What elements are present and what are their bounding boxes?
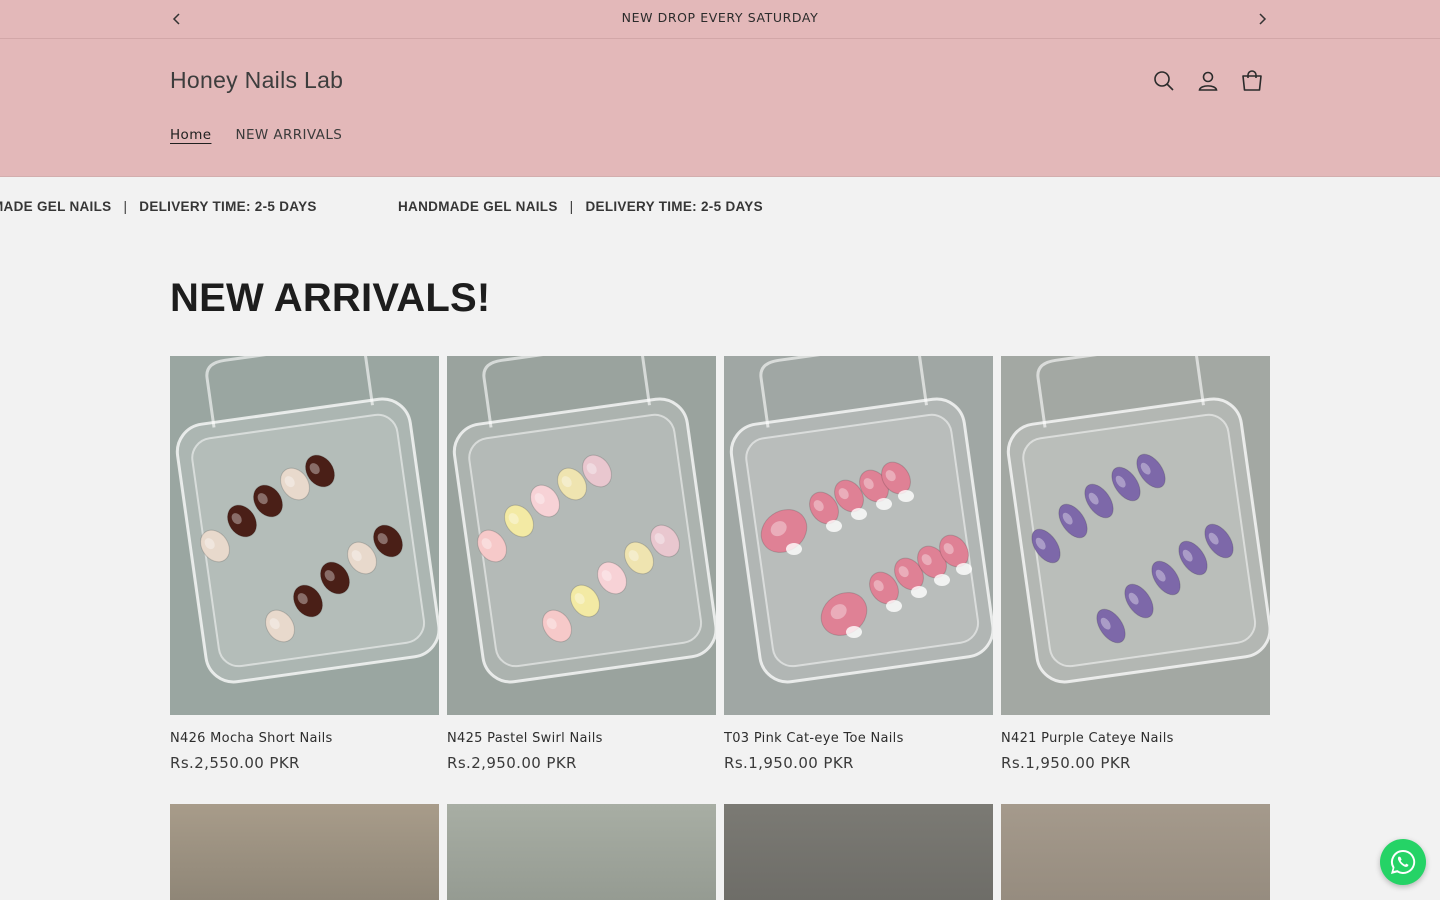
product-price: Rs.2,550.00 PKR [170,754,300,772]
cart-icon [1242,70,1262,91]
marquee-text: MADE GEL NAILS [0,199,112,214]
product-card[interactable]: T03 Pink Cat-eye Toe Nails Rs.1,950.00 P… [724,356,993,772]
site-header: Honey Nails Lab Home NEW ARRIVALS [0,39,1440,177]
marquee-track: MADE GEL NAILS | DELIVERY TIME: 2-5 DAYS [0,199,317,214]
product-photo [447,356,716,715]
marquee-track: HANDMADE GEL NAILS | DELIVERY TIME: 2-5 DA… [398,199,763,214]
scrolling-marquee: MADE GEL NAILS | DELIVERY TIME: 2-5 DAYS H… [0,177,1440,237]
product-price: Rs.2,950.00 PKR [447,754,577,772]
product-price: Rs.1,950.00 PKR [1001,754,1131,772]
product-image[interactable] [724,356,993,715]
marquee-text: HANDMADE GEL NAILS [398,199,558,214]
product-grid-row-2 [170,804,1270,900]
product-title[interactable]: T03 Pink Cat-eye Toe Nails [724,731,993,746]
product-title[interactable]: N425 Pastel Swirl Nails [447,731,716,746]
product-card[interactable]: N425 Pastel Swirl Nails Rs.2,950.00 PKR [447,356,716,772]
product-image[interactable] [170,356,439,715]
header-icons [1142,65,1274,97]
product-image[interactable] [1001,356,1270,715]
chevron-right-icon [1259,13,1267,25]
whatsapp-button[interactable] [1380,839,1426,885]
product-grid: N426 Mocha Short Nails Rs.2,550.00 PKR N… [170,356,1270,772]
product-image[interactable] [170,804,439,900]
nav-item-home[interactable]: Home [170,127,211,143]
product-photo [1001,356,1270,715]
brand-logo[interactable]: Honey Nails Lab [170,67,343,94]
product-image[interactable] [1001,804,1270,900]
marquee-text: DELIVERY TIME: 2-5 DAYS [139,199,317,214]
product-image[interactable] [447,356,716,715]
product-image[interactable] [724,804,993,900]
cart-button[interactable] [1230,65,1274,97]
marquee-text: DELIVERY TIME: 2-5 DAYS [585,199,763,214]
product-image[interactable] [447,804,716,900]
account-button[interactable] [1186,65,1230,97]
product-title[interactable]: N421 Purple Cateye Nails [1001,731,1270,746]
main-nav: Home NEW ARRIVALS [170,127,342,143]
product-photo [724,356,993,715]
product-card[interactable]: N426 Mocha Short Nails Rs.2,550.00 PKR [170,356,439,772]
search-icon [1154,71,1174,91]
announcement-text: NEW DROP EVERY SATURDAY [621,10,819,25]
marquee-separator: | [123,199,128,214]
product-price: Rs.1,950.00 PKR [724,754,854,772]
search-button[interactable] [1142,65,1186,97]
product-photo [170,356,439,715]
section-title: NEW ARRIVALS! [170,276,491,320]
whatsapp-icon [1390,849,1416,874]
account-icon [1198,71,1218,91]
product-card[interactable]: N421 Purple Cateye Nails Rs.1,950.00 PKR [1001,356,1270,772]
product-title[interactable]: N426 Mocha Short Nails [170,731,439,746]
announcement-next-button[interactable] [1251,9,1273,29]
nav-item-new-arrivals[interactable]: NEW ARRIVALS [235,127,342,143]
marquee-separator: | [569,199,574,214]
announcement-bar: NEW DROP EVERY SATURDAY [0,0,1440,39]
